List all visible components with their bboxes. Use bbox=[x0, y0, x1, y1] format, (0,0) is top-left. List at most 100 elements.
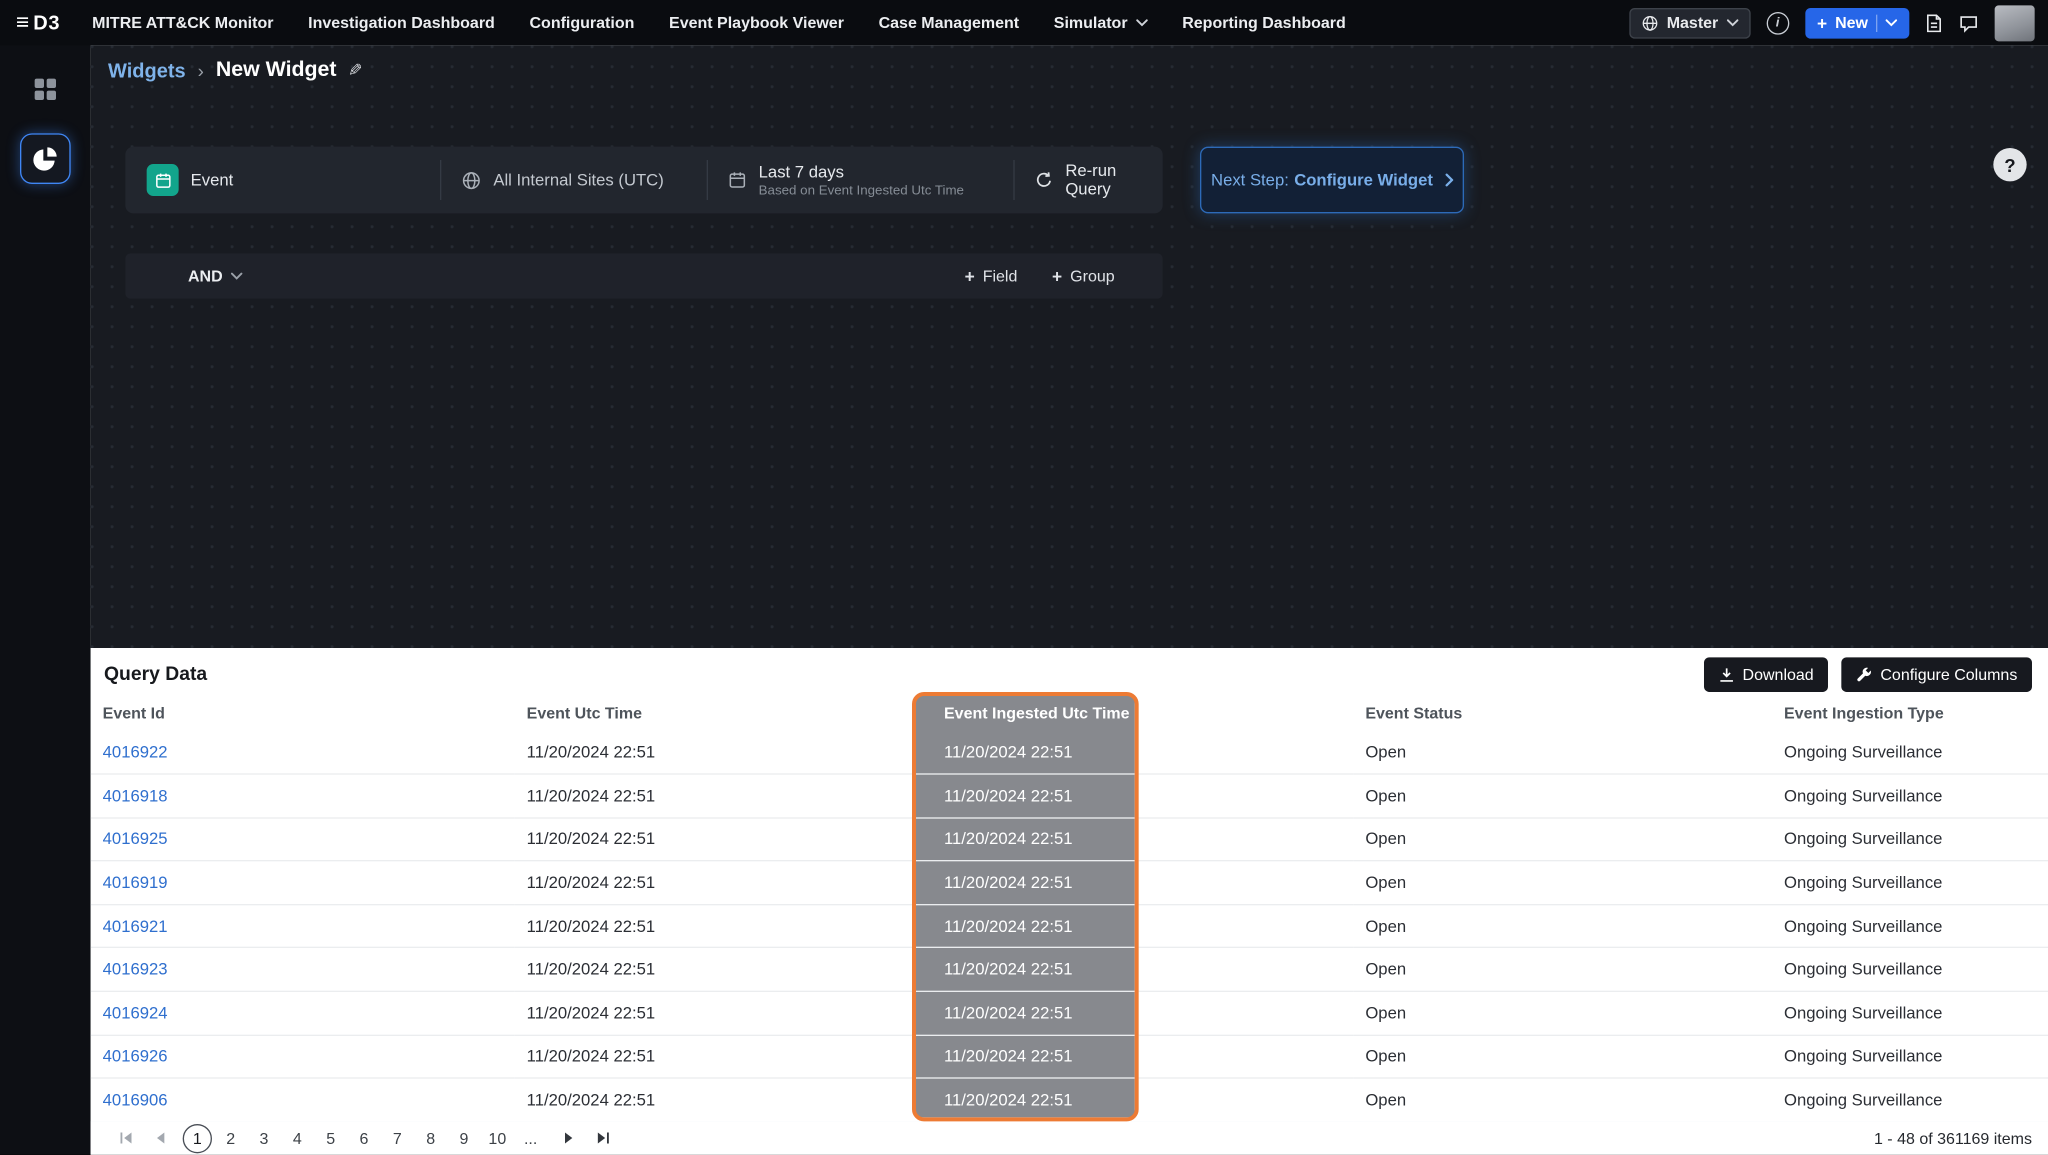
info-icon[interactable] bbox=[1766, 11, 1789, 34]
query-data-section: Query Data Download Configure Columns bbox=[91, 648, 2048, 1155]
nav-event-playbook-viewer[interactable]: Event Playbook Viewer bbox=[669, 13, 844, 32]
event-id-link[interactable]: 4016918 bbox=[103, 787, 168, 806]
time-range-selector[interactable]: Last 7 days Based on Event Ingested Utc … bbox=[707, 147, 1014, 214]
document-icon[interactable] bbox=[1925, 13, 1942, 33]
page-button[interactable]: 8 bbox=[416, 1123, 445, 1152]
page-button[interactable]: ... bbox=[516, 1123, 545, 1152]
avatar[interactable] bbox=[1995, 5, 2035, 41]
logo-text: D3 bbox=[33, 11, 60, 34]
event-ingestion-type-cell: Ongoing Surveillance bbox=[1772, 731, 2048, 774]
prev-page-button[interactable] bbox=[148, 1131, 172, 1146]
event-ingestion-type-cell: Ongoing Surveillance bbox=[1772, 904, 2048, 947]
chat-icon[interactable] bbox=[1959, 13, 1979, 33]
page-button[interactable]: 5 bbox=[316, 1123, 345, 1152]
refresh-icon bbox=[1035, 171, 1054, 190]
table-row: 4016919 11/20/2024 22:51 11/20/2024 22:5… bbox=[91, 861, 2048, 904]
nav-mitre-attack-monitor[interactable]: MITRE ATT&CK Monitor bbox=[92, 13, 273, 32]
last-page-button[interactable] bbox=[591, 1131, 615, 1146]
col-event-ingested-utc-time[interactable]: Event Ingested Utc Time bbox=[932, 696, 1353, 731]
nav-items: MITRE ATT&CK Monitor Investigation Dashb… bbox=[92, 13, 1346, 32]
breadcrumb-widgets-link[interactable]: Widgets bbox=[108, 59, 186, 82]
table-row: 4016923 11/20/2024 22:51 11/20/2024 22:5… bbox=[91, 948, 2048, 991]
new-button[interactable]: New bbox=[1805, 7, 1909, 38]
table-header-row: Event Id Event Utc Time Event Ingested U… bbox=[91, 696, 2048, 731]
nav-configuration[interactable]: Configuration bbox=[529, 13, 634, 32]
nav-case-management[interactable]: Case Management bbox=[879, 13, 1019, 32]
event-id-link[interactable]: 4016926 bbox=[103, 1047, 168, 1066]
event-id-cell: 4016921 bbox=[91, 904, 515, 947]
button-divider bbox=[1876, 14, 1877, 31]
event-id-link[interactable]: 4016925 bbox=[103, 830, 168, 849]
col-event-ingestion-type[interactable]: Event Ingestion Type bbox=[1772, 696, 2048, 731]
page-button[interactable]: 2 bbox=[216, 1123, 245, 1152]
event-ingested-cell: 11/20/2024 22:51 bbox=[932, 731, 1353, 774]
table-row: 4016921 11/20/2024 22:51 11/20/2024 22:5… bbox=[91, 904, 2048, 947]
table-row: 4016922 11/20/2024 22:51 11/20/2024 22:5… bbox=[91, 731, 2048, 774]
configure-columns-button[interactable]: Configure Columns bbox=[1842, 657, 2032, 692]
add-field-button[interactable]: Field bbox=[965, 266, 1018, 286]
event-ingested-cell: 11/20/2024 22:51 bbox=[932, 948, 1353, 991]
download-button[interactable]: Download bbox=[1704, 657, 1828, 692]
event-ingested-cell: 11/20/2024 22:51 bbox=[932, 991, 1353, 1034]
page-button[interactable]: 1 bbox=[183, 1123, 212, 1152]
first-page-button[interactable] bbox=[113, 1131, 137, 1146]
event-ingestion-type-cell: Ongoing Surveillance bbox=[1772, 1035, 2048, 1078]
event-id-link[interactable]: 4016921 bbox=[103, 917, 168, 936]
event-id-link[interactable]: 4016923 bbox=[103, 960, 168, 979]
nav-reporting-dashboard[interactable]: Reporting Dashboard bbox=[1182, 13, 1346, 32]
event-id-link[interactable]: 4016922 bbox=[103, 743, 168, 762]
event-datasource-icon bbox=[147, 164, 179, 196]
time-range-label: Last 7 days bbox=[759, 162, 964, 181]
event-id-cell: 4016922 bbox=[91, 731, 515, 774]
add-group-button[interactable]: Group bbox=[1052, 266, 1115, 286]
event-status-cell: Open bbox=[1353, 731, 1772, 774]
col-event-id[interactable]: Event Id bbox=[91, 696, 515, 731]
event-id-link[interactable]: 4016906 bbox=[103, 1091, 168, 1110]
query-data-header: Query Data Download Configure Columns bbox=[91, 648, 2048, 696]
col-event-status[interactable]: Event Status bbox=[1353, 696, 1772, 731]
breadcrumb: Widgets › New Widget bbox=[108, 59, 363, 83]
page-button[interactable]: 7 bbox=[383, 1123, 412, 1152]
page-button[interactable]: 4 bbox=[283, 1123, 312, 1152]
event-id-cell: 4016918 bbox=[91, 774, 515, 817]
event-status-cell: Open bbox=[1353, 1035, 1772, 1078]
edit-title-icon[interactable] bbox=[349, 60, 364, 81]
event-status-cell: Open bbox=[1353, 1078, 1772, 1121]
col-event-utc-time[interactable]: Event Utc Time bbox=[515, 696, 932, 731]
chevron-down-icon bbox=[1885, 19, 1897, 27]
event-utc-cell: 11/20/2024 22:51 bbox=[515, 1078, 932, 1121]
event-utc-cell: 11/20/2024 22:51 bbox=[515, 818, 932, 861]
datasource-selector[interactable]: Event bbox=[125, 147, 440, 214]
page-button[interactable]: 6 bbox=[349, 1123, 378, 1152]
next-page-button[interactable] bbox=[556, 1131, 580, 1146]
nav-investigation-dashboard[interactable]: Investigation Dashboard bbox=[308, 13, 495, 32]
event-utc-cell: 11/20/2024 22:51 bbox=[515, 774, 932, 817]
site-selector[interactable]: All Internal Sites (UTC) bbox=[440, 147, 707, 214]
chevron-right-icon bbox=[1445, 173, 1453, 186]
dashboard-grid-icon bbox=[33, 77, 57, 101]
breadcrumb-separator: › bbox=[198, 60, 204, 81]
plus-icon bbox=[1817, 13, 1827, 33]
sidebar-item-dashboard[interactable] bbox=[20, 64, 71, 115]
help-icon[interactable] bbox=[1993, 148, 2026, 181]
event-status-cell: Open bbox=[1353, 861, 1772, 904]
next-step-button[interactable]: Next Step: Configure Widget bbox=[1200, 147, 1464, 214]
event-utc-cell: 11/20/2024 22:51 bbox=[515, 904, 932, 947]
plus-icon bbox=[965, 266, 975, 286]
nav-right-cluster: Master New bbox=[1629, 5, 2034, 41]
logo-bars-icon bbox=[16, 9, 29, 36]
event-ingested-cell: 11/20/2024 22:51 bbox=[932, 774, 1353, 817]
event-id-link[interactable]: 4016924 bbox=[103, 1004, 168, 1023]
page-button[interactable]: 9 bbox=[449, 1123, 478, 1152]
event-id-link[interactable]: 4016919 bbox=[103, 873, 168, 892]
event-id-cell: 4016925 bbox=[91, 818, 515, 861]
rerun-query-button[interactable]: Re-run Query bbox=[1013, 147, 1162, 214]
d3-logo[interactable]: D3 bbox=[16, 9, 60, 36]
page-button[interactable]: 10 bbox=[483, 1123, 512, 1152]
nav-simulator[interactable]: Simulator bbox=[1054, 13, 1148, 32]
page-button[interactable]: 3 bbox=[249, 1123, 278, 1152]
sidebar-item-widgets[interactable] bbox=[20, 133, 71, 184]
filter-operator-dropdown[interactable]: AND bbox=[188, 267, 243, 286]
chevron-down-icon bbox=[1136, 19, 1148, 27]
master-dropdown[interactable]: Master bbox=[1629, 7, 1750, 38]
